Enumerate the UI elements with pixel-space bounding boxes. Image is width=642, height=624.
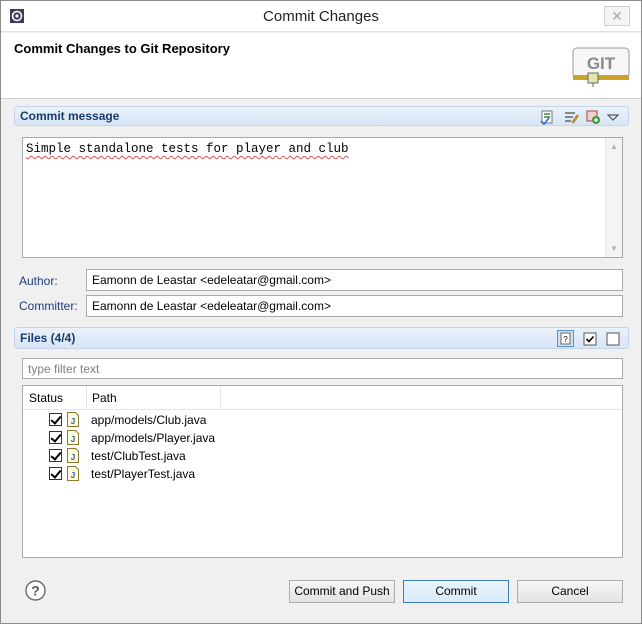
svg-text:J: J xyxy=(71,417,75,426)
title-bar: Commit Changes ✕ xyxy=(1,1,641,32)
status-column-header[interactable]: Status xyxy=(29,391,63,405)
file-checkbox[interactable] xyxy=(49,431,62,444)
page-title: Commit Changes to Git Repository xyxy=(14,41,230,56)
scroll-up-icon[interactable]: ▲ xyxy=(610,142,618,151)
commit-message-scrollbar[interactable]: ▲ ▼ xyxy=(605,138,622,257)
cancel-button[interactable]: Cancel xyxy=(517,580,623,603)
files-table: Status Path J app/models/Club.java J app… xyxy=(22,385,623,558)
svg-text:J: J xyxy=(71,453,75,462)
committer-label: Committer: xyxy=(19,299,78,313)
author-field[interactable]: Eamonn de Leastar <edeleatar@gmail.com> xyxy=(86,269,623,291)
help-icon[interactable]: ? xyxy=(25,580,46,601)
files-section-title: Files (4/4) xyxy=(20,331,76,345)
window-title: Commit Changes xyxy=(263,8,379,25)
commit-message-input[interactable]: Simple standalone tests for player and c… xyxy=(22,137,623,258)
file-checkbox[interactable] xyxy=(49,449,62,462)
files-section-header[interactable]: Files (4/4) ? xyxy=(14,327,629,349)
commit-button[interactable]: Commit xyxy=(403,580,509,603)
column-separator[interactable] xyxy=(220,386,221,410)
committer-field[interactable]: Eamonn de Leastar <edeleatar@gmail.com> xyxy=(86,295,623,317)
commit-message-section-header[interactable]: Commit message xyxy=(14,106,629,126)
file-checkbox[interactable] xyxy=(49,413,62,426)
author-label: Author: xyxy=(19,274,58,288)
git-logo-icon: GIT xyxy=(572,47,630,87)
table-row[interactable]: J app/models/Club.java xyxy=(23,411,622,429)
file-checkbox[interactable] xyxy=(49,467,62,480)
table-row[interactable]: J test/PlayerTest.java xyxy=(23,465,622,483)
files-table-header: Status Path xyxy=(23,386,622,410)
filter-input[interactable] xyxy=(23,359,622,378)
table-row[interactable]: J app/models/Player.java xyxy=(23,429,622,447)
commit-and-push-button[interactable]: Commit and Push xyxy=(289,580,395,603)
table-row[interactable]: J test/ClubTest.java xyxy=(23,447,622,465)
file-path: app/models/Player.java xyxy=(91,431,216,445)
close-icon[interactable]: ✕ xyxy=(604,6,630,26)
svg-text:J: J xyxy=(71,471,75,480)
spell-check-icon[interactable] xyxy=(539,109,555,125)
file-path: test/ClubTest.java xyxy=(91,449,186,463)
select-all-icon[interactable] xyxy=(582,331,598,347)
deselect-all-icon[interactable] xyxy=(605,331,621,347)
chevron-down-icon[interactable] xyxy=(607,109,619,125)
show-untracked-icon[interactable]: ? xyxy=(557,330,574,347)
git-logo-text: GIT xyxy=(587,54,616,73)
signed-off-icon[interactable] xyxy=(563,109,579,125)
scroll-down-icon[interactable]: ▼ xyxy=(610,244,618,253)
file-path: test/PlayerTest.java xyxy=(91,467,196,481)
commit-changes-dialog: Commit Changes ✕ Commit Changes to Git R… xyxy=(0,0,642,624)
java-file-icon: J xyxy=(67,430,79,445)
java-file-icon: J xyxy=(67,412,79,427)
add-change-id-icon[interactable] xyxy=(585,109,601,125)
commit-message-text[interactable]: Simple standalone tests for player and c… xyxy=(26,142,349,156)
java-file-icon: J xyxy=(67,466,79,481)
file-filter[interactable] xyxy=(22,358,623,379)
dialog-header: Commit Changes to Git Repository GIT xyxy=(1,33,641,99)
path-column-header[interactable]: Path xyxy=(92,391,117,405)
commit-message-section-title: Commit message xyxy=(20,109,120,123)
file-path: app/models/Club.java xyxy=(91,413,207,427)
java-file-icon: J xyxy=(67,448,79,463)
svg-text:?: ? xyxy=(563,335,568,344)
column-separator[interactable] xyxy=(86,386,87,410)
svg-text:J: J xyxy=(71,435,75,444)
svg-text:?: ? xyxy=(31,583,40,599)
